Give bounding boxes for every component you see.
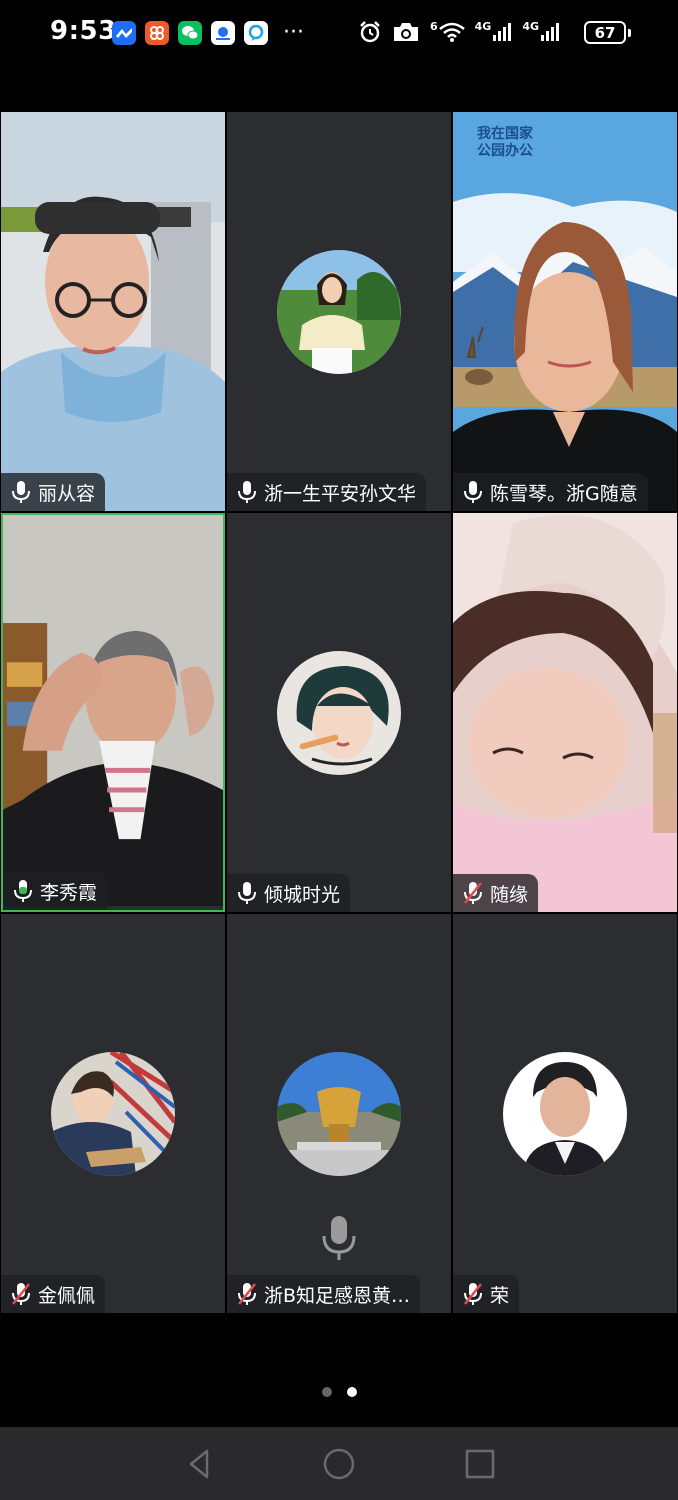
microphone-icon <box>464 481 482 503</box>
camera-icon <box>392 21 420 43</box>
participant-tile[interactable]: 倾城时光 <box>227 513 451 912</box>
video-feed <box>1 112 225 511</box>
participant-tile-active-speaker[interactable]: 李秀霞 <box>1 513 225 912</box>
participant-tile[interactable]: 荣 <box>453 914 677 1313</box>
tencent-meeting-icon <box>211 21 235 45</box>
page-dot-current[interactable] <box>346 1387 357 1397</box>
notification-icons: ··· <box>112 21 304 45</box>
video-feed <box>453 513 677 912</box>
avatar <box>277 1052 401 1176</box>
battery-level: 67 <box>594 23 616 42</box>
microphone-icon <box>238 882 256 904</box>
home-icon[interactable] <box>322 1447 356 1481</box>
participant-name-tag: 陈雪琴。浙G随意 <box>453 473 648 511</box>
microphone-muted-icon <box>12 1283 30 1305</box>
clock: 9:53 <box>50 16 117 46</box>
participant-tile[interactable]: 浙B知足感恩黄… <box>227 914 451 1313</box>
video-feed <box>3 515 223 907</box>
wechat-icon <box>178 21 202 45</box>
battery-icon: 67 <box>584 21 631 44</box>
backdrop-caption: 我在国家 公园办公 <box>477 126 533 159</box>
avatar <box>503 1052 627 1176</box>
participant-tile[interactable]: 金佩佩 <box>1 914 225 1313</box>
microphone-muted-icon <box>464 1283 482 1305</box>
chat-bubble-icon <box>244 21 268 45</box>
speaking-microphone-icon <box>322 1216 356 1260</box>
signal-icon-2: 4G <box>522 21 560 42</box>
participant-tile[interactable]: 浙一生平安孙文华 <box>227 112 451 511</box>
participant-grid: 丽从容 浙一生平安孙文华 我在国家 公园办公 陈雪琴。浙G随意 李秀霞 倾城时光… <box>0 111 678 1314</box>
participant-name-tag: 随缘 <box>453 874 539 912</box>
participant-name-tag: 浙一生平安孙文华 <box>227 473 427 511</box>
participant-name-tag: 丽从容 <box>1 473 106 511</box>
feishu-icon <box>112 21 136 45</box>
participant-name-tag: 李秀霞 <box>3 872 108 910</box>
page-dot[interactable] <box>321 1387 332 1397</box>
participant-name-tag: 浙B知足感恩黄… <box>227 1275 421 1313</box>
more-notifications-icon: ··· <box>283 20 304 45</box>
microphone-icon <box>12 481 30 503</box>
participant-name-tag: 金佩佩 <box>1 1275 106 1313</box>
avatar <box>277 250 401 374</box>
participant-name-tag: 倾城时光 <box>227 874 351 912</box>
microphone-speaking-icon <box>14 880 32 902</box>
participant-tile[interactable]: 随缘 <box>453 513 677 912</box>
system-navigation-bar <box>0 1427 678 1500</box>
status-bar: 9:53 ··· 6 4G 4G 67 <box>0 0 678 68</box>
microphone-muted-icon <box>238 1283 256 1305</box>
microphone-muted-icon <box>464 882 482 904</box>
alarm-icon <box>358 20 382 44</box>
video-feed <box>453 112 677 511</box>
participant-tile[interactable]: 我在国家 公园办公 陈雪琴。浙G随意 <box>453 112 677 511</box>
system-icons: 6 4G 4G <box>358 20 560 44</box>
wifi-icon: 6 <box>430 21 465 42</box>
avatar <box>277 651 401 775</box>
back-icon[interactable] <box>183 1447 217 1481</box>
taobao-icon <box>145 21 169 45</box>
microphone-icon <box>238 481 256 503</box>
recents-icon[interactable] <box>463 1447 497 1481</box>
avatar <box>51 1052 175 1176</box>
page-indicator[interactable] <box>0 1387 678 1397</box>
participant-name-tag: 荣 <box>453 1275 520 1313</box>
signal-icon-1: 4G <box>475 21 513 42</box>
participant-tile[interactable]: 丽从容 <box>1 112 225 511</box>
